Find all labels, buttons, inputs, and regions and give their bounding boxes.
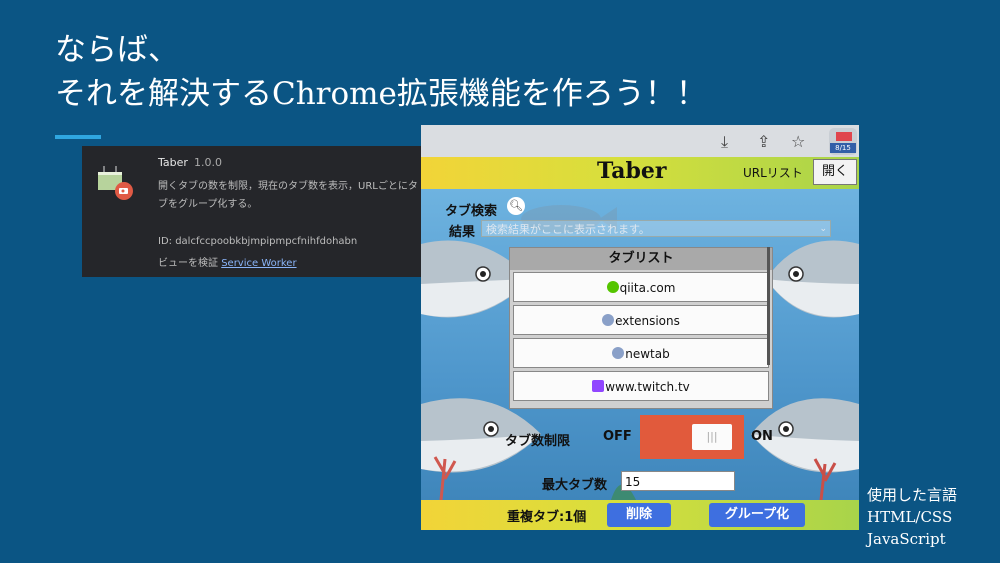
inspect-views-label: ビューを検証 bbox=[158, 258, 218, 269]
browser-toolbar: ⤓ ⇪ ☆ 8/15 bbox=[421, 125, 859, 157]
tab-limit-toggle[interactable]: ||| bbox=[640, 415, 744, 459]
inspect-views: ビューを検証 Service Worker bbox=[158, 254, 297, 269]
search-icon[interactable]: 🔍︎ bbox=[507, 197, 525, 215]
languages-heading: 使用した言語 bbox=[867, 486, 958, 504]
popup-footer: 重複タブ:1個 削除 グループ化 bbox=[421, 500, 859, 530]
twitch-favicon-icon bbox=[592, 380, 605, 392]
tab-count-badge: 8/15 bbox=[830, 143, 856, 153]
tab-list-item-label: newtab bbox=[625, 347, 670, 361]
taber-toolbar-button[interactable]: 8/15 bbox=[829, 128, 857, 155]
tab-list-item-label: www.twitch.tv bbox=[605, 380, 690, 394]
toggle-knob[interactable]: ||| bbox=[692, 424, 732, 450]
extension-name: Taber bbox=[158, 156, 188, 169]
tab-flag-icon bbox=[836, 132, 852, 141]
popup-header: Taber URLリスト 開く bbox=[421, 157, 859, 189]
globe-icon bbox=[602, 314, 615, 326]
search-result-placeholder: 検索結果がここに表示されます。 bbox=[486, 223, 650, 236]
delete-duplicates-button[interactable]: 削除 bbox=[607, 503, 671, 527]
duplicate-tabs-label: 重複タブ:1個 bbox=[507, 510, 587, 525]
open-url-list-button[interactable]: 開く bbox=[813, 159, 857, 185]
max-tabs-input[interactable]: 15 bbox=[621, 471, 735, 491]
taber-popup: ⤓ ⇪ ☆ 8/15 Taber URLリスト 開く タブ検索 🔍︎ 結果 検索… bbox=[421, 125, 859, 530]
extension-card: Taber 1.0.0 開くタブの数を制限，現在のタブ数を表示，URLごとにタブ… bbox=[82, 146, 422, 277]
group-tabs-button[interactable]: グループ化 bbox=[709, 503, 805, 527]
search-result-field[interactable]: 検索結果がここに表示されます。 ⌄ bbox=[481, 220, 831, 237]
tab-list-item[interactable]: www.twitch.tv bbox=[513, 371, 769, 401]
tab-list-item[interactable]: extensions bbox=[513, 305, 769, 335]
taber-extension-icon bbox=[98, 166, 133, 200]
max-tabs-label: 最大タブ数 bbox=[542, 478, 608, 493]
tab-list-item-label: extensions bbox=[615, 314, 680, 328]
tab-limit-label: タブ数制限 bbox=[505, 434, 571, 449]
language-item: HTML/CSS bbox=[867, 508, 953, 526]
tab-list: タブリスト qiita.com extensions newtab www.tw… bbox=[509, 247, 773, 409]
chevron-down-icon: ⌄ bbox=[819, 224, 827, 234]
globe-icon bbox=[612, 347, 625, 359]
qiita-favicon-icon bbox=[606, 281, 619, 293]
result-label: 結果 bbox=[449, 225, 476, 240]
title-accent-line bbox=[55, 135, 101, 139]
toggle-off-label: OFF bbox=[603, 429, 632, 444]
tab-list-item[interactable]: newtab bbox=[513, 338, 769, 368]
tab-list-heading: タブリスト bbox=[510, 248, 772, 270]
app-title: Taber bbox=[597, 158, 667, 184]
language-item: JavaScript bbox=[867, 530, 946, 548]
tab-search-label: タブ検索 bbox=[445, 204, 498, 219]
tab-list-item-label: qiita.com bbox=[619, 281, 676, 295]
extension-description: 開くタブの数を制限，現在のタブ数を表示，URLごとにタブをグループ化する。 bbox=[158, 181, 418, 210]
tab-list-scrollbar[interactable] bbox=[767, 247, 770, 365]
extension-id: ID: dalcfccpoobkbjmpipmpcfnihfdohabn bbox=[158, 236, 358, 247]
toggle-on-label: ON bbox=[751, 429, 773, 444]
languages-used: 使用した言語 HTML/CSS JavaScript bbox=[867, 484, 957, 550]
url-list-label: URLリスト bbox=[743, 166, 803, 180]
download-icon[interactable]: ⤓ bbox=[721, 132, 728, 152]
tab-list-item[interactable]: qiita.com bbox=[513, 272, 769, 302]
share-icon[interactable]: ⇪ bbox=[757, 132, 770, 151]
extension-version: 1.0.0 bbox=[194, 156, 222, 169]
service-worker-link[interactable]: Service Worker bbox=[221, 258, 296, 269]
slide-title: ならば、 それを解決するChrome拡張機能を作ろう！！ bbox=[55, 32, 707, 112]
star-icon[interactable]: ☆ bbox=[791, 132, 805, 151]
